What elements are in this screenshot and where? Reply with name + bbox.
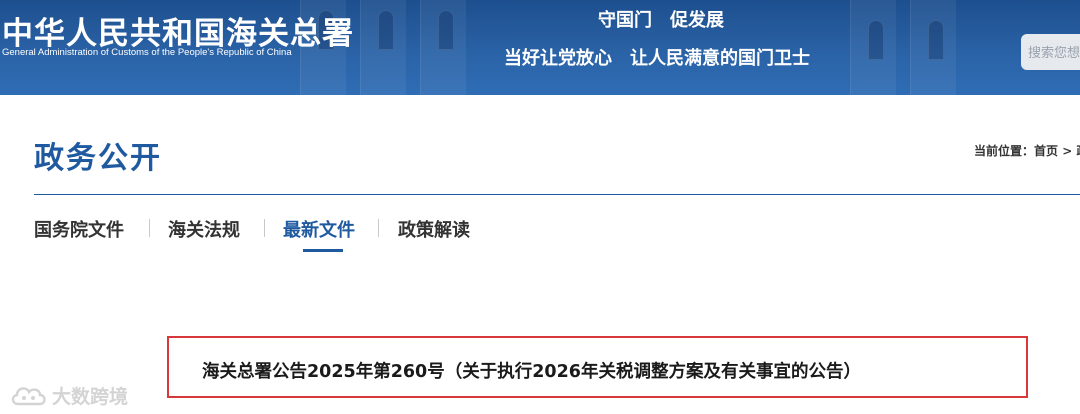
page-title: 政务公开 xyxy=(34,141,162,176)
announcement-highlight-box: 海关总署公告2025年第260号（关于执行2026年关税调整方案及有关事宜的公告… xyxy=(167,336,1028,398)
search-input[interactable] xyxy=(1021,34,1080,70)
tab-separator xyxy=(264,219,265,237)
breadcrumb-separator: > xyxy=(1058,144,1077,158)
slogan-line-1: 守国门 促发展 xyxy=(598,10,724,31)
building-window xyxy=(378,10,394,50)
tab-policy-interpretation[interactable]: 政策解读 xyxy=(398,216,470,242)
building-window xyxy=(868,20,884,60)
tab-customs-regulations[interactable]: 海关法规 xyxy=(168,216,240,242)
breadcrumb: 当前位置：首页 > 政 xyxy=(974,142,1080,159)
tab-separator xyxy=(149,219,150,237)
breadcrumb-next-link[interactable]: 政 xyxy=(1076,144,1080,158)
announcement-title-link[interactable]: 海关总署公告2025年第260号（关于执行2026年关税调整方案及有关事宜的公告… xyxy=(202,358,861,383)
cloud-logo-icon xyxy=(11,387,46,406)
section-divider xyxy=(34,194,1080,195)
slogan-line-2: 当好让党放心 让人民满意的国门卫士 xyxy=(504,48,810,69)
watermark-text: 大数跨境 xyxy=(52,386,129,408)
site-logo-subtitle: General Administration of Customs of the… xyxy=(2,47,292,58)
tab-latest-documents[interactable]: 最新文件 xyxy=(283,216,355,242)
tab-separator xyxy=(378,219,379,237)
breadcrumb-home-link[interactable]: 首页 xyxy=(1034,144,1058,158)
building-window xyxy=(928,20,944,60)
active-tab-indicator xyxy=(303,249,343,252)
building-window xyxy=(438,10,454,50)
tab-state-council-documents[interactable]: 国务院文件 xyxy=(34,216,124,242)
breadcrumb-label: 当前位置： xyxy=(974,144,1035,158)
site-header: 中华人民共和国海关总署 General Administration of Cu… xyxy=(0,0,1080,95)
